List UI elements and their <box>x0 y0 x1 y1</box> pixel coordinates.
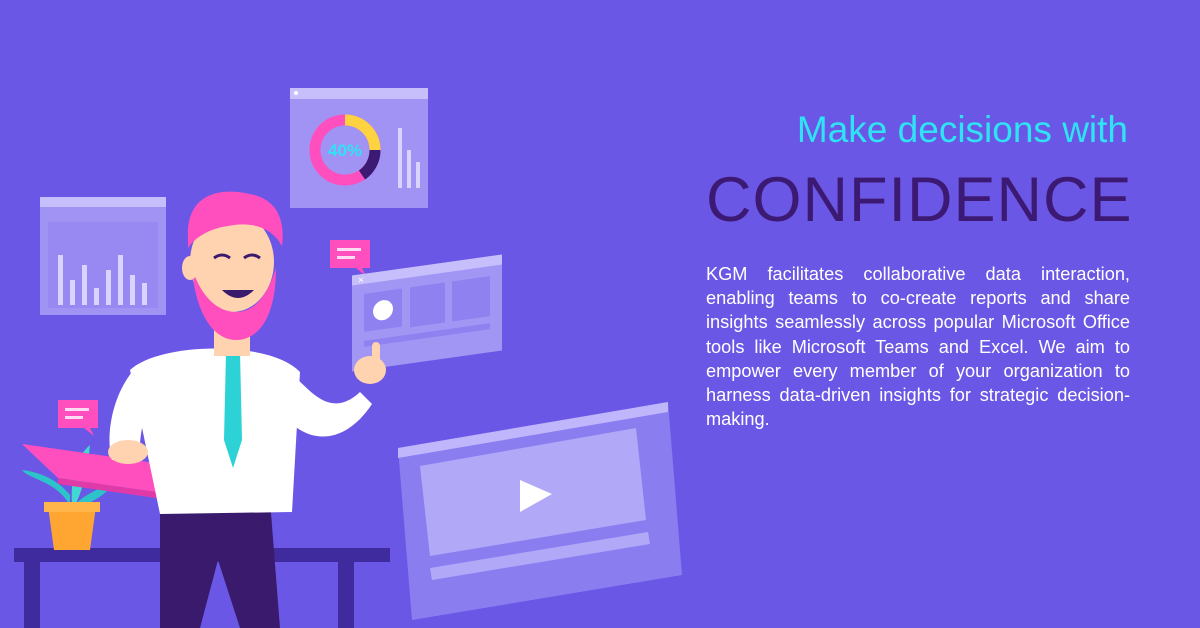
bar-chart-panel <box>40 197 166 315</box>
headline-emphasis: CONFIDENCE <box>706 165 1133 235</box>
svg-text:×: × <box>358 275 364 287</box>
chat-bubble-icon <box>330 240 370 276</box>
headline: Make decisions with <box>796 109 1128 150</box>
body-paragraph: KGM facilitates collaborative data inter… <box>706 264 1130 430</box>
ad-banner: 40% × Make decisions with CONFIDENCE KGM… <box>0 0 1200 628</box>
donut-chart-panel: 40% <box>290 88 428 208</box>
chat-bubble-icon <box>58 400 98 436</box>
percent-label: 40% <box>328 141 362 160</box>
illustration: 40% × <box>14 88 682 628</box>
video-player-panel <box>398 402 682 620</box>
copy-block: Make decisions with CONFIDENCE KGM facil… <box>706 104 1133 431</box>
